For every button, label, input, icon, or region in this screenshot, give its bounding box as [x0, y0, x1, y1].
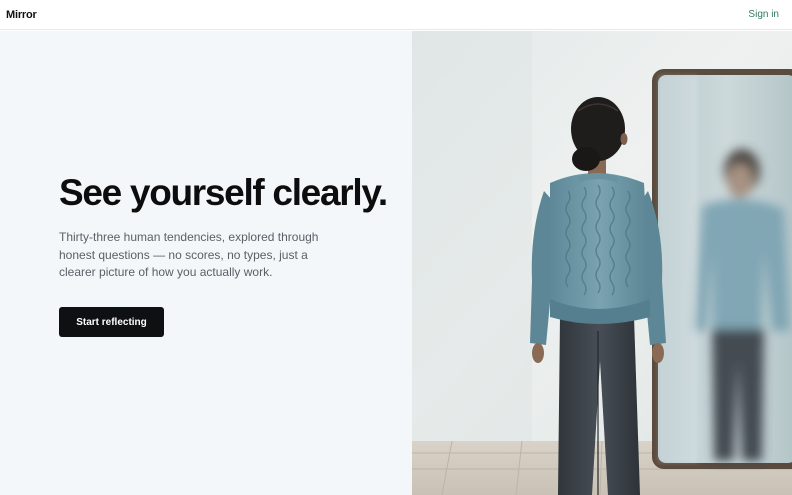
hero-text-panel: See yourself clearly. Thirty-three human…: [0, 31, 412, 495]
start-reflecting-button[interactable]: Start reflecting: [59, 307, 164, 337]
mirror: [652, 69, 792, 469]
brand-logo[interactable]: Mirror: [6, 9, 37, 21]
top-navigation-bar: Mirror Sign in: [0, 0, 792, 30]
hero-headline: See yourself clearly.: [59, 172, 388, 213]
mirror-illustration: [412, 31, 792, 495]
hero-subtext: Thirty-three human tendencies, explored …: [59, 230, 319, 279]
sign-in-link[interactable]: Sign in: [748, 9, 779, 20]
hero-illustration: [412, 31, 792, 495]
